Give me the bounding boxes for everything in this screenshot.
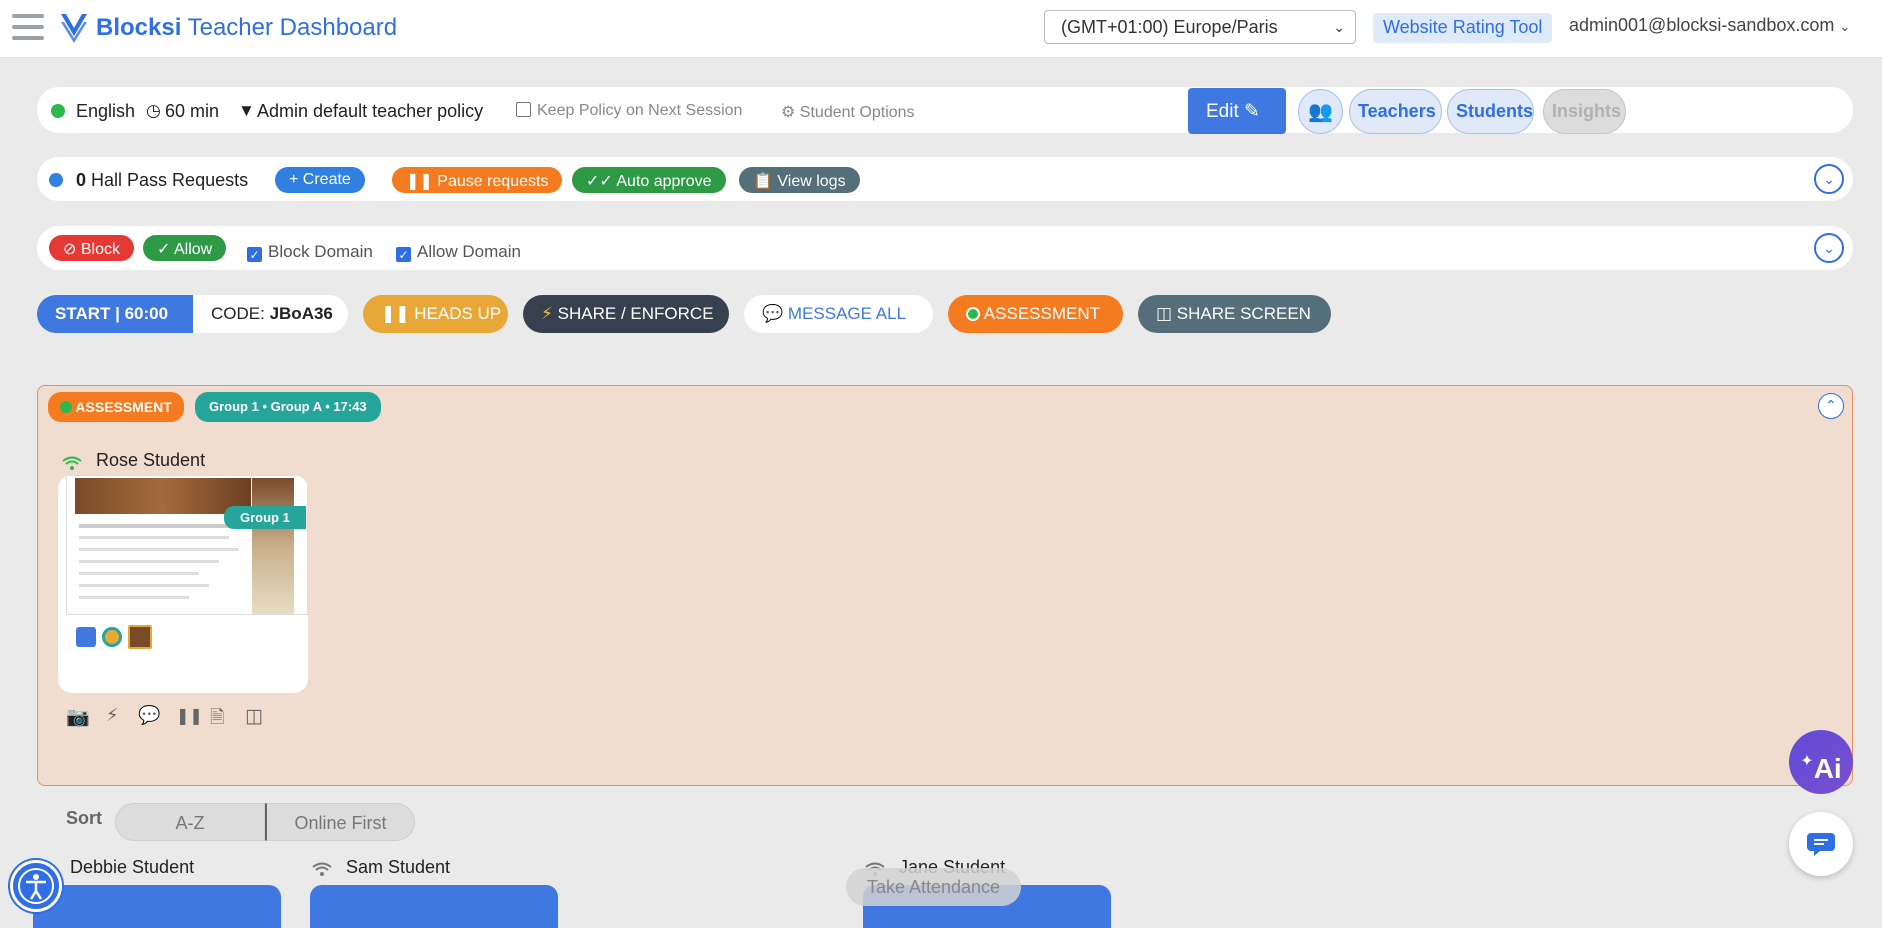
- menu-icon[interactable]: [12, 14, 44, 40]
- sort-online-first[interactable]: Online First: [265, 803, 415, 841]
- share-enforce-button[interactable]: ⚡ SHARE / ENFORCE: [523, 295, 729, 333]
- tab-students[interactable]: Students: [1447, 89, 1534, 134]
- pause-requests-button[interactable]: ❚❚ Pause requests: [392, 167, 563, 193]
- groups-icon[interactable]: 👥: [1298, 89, 1343, 134]
- lightning-icon: ⚡: [541, 304, 553, 323]
- session-code: CODE: JBoA36: [193, 295, 348, 333]
- allow-domain-checkbox[interactable]: ✓ Allow Domain: [396, 242, 521, 262]
- collapse-group-icon[interactable]: ⌃: [1818, 393, 1844, 419]
- message-icon: [1807, 833, 1835, 856]
- block-icon: ⊘: [63, 241, 77, 258]
- timezone-select[interactable]: (GMT+01:00) Europe/Paris ⌄: [1044, 10, 1356, 44]
- allow-button[interactable]: ✓ Allow: [143, 235, 227, 261]
- keep-policy-checkbox[interactable]: Keep Policy on Next Session: [516, 102, 742, 120]
- expand-hall-pass-icon[interactable]: ⌄: [1814, 164, 1844, 194]
- document-icon[interactable]: 🗎: [210, 705, 224, 735]
- tab-insights[interactable]: Insights: [1543, 89, 1626, 134]
- student-name: Debbie Student: [70, 857, 195, 877]
- student-card[interactable]: Group 1: [58, 475, 308, 693]
- double-check-icon: ✓✓: [586, 173, 613, 190]
- blocksi-logo: [61, 14, 87, 43]
- duration-label: 60 min: [165, 101, 220, 121]
- create-hall-pass-button[interactable]: + Create: [275, 167, 365, 193]
- top-bar: Blocksi Teacher Dashboard (GMT+01:00) Eu…: [0, 0, 1882, 58]
- sort-label: Sort: [66, 808, 102, 828]
- group-info-badge: Group 1 • Group A • 17:43: [195, 392, 381, 422]
- group-tag: Group 1: [224, 506, 306, 529]
- accessibility-figure-icon: [18, 868, 54, 904]
- share-screen-button[interactable]: ◫ SHARE SCREEN: [1138, 295, 1331, 333]
- history-tab-icon: [128, 625, 152, 649]
- clock-icon: ◷: [146, 101, 161, 120]
- account-menu[interactable]: admin001@blocksi-sandbox.com ⌄: [1569, 15, 1850, 36]
- policy-label: Admin default teacher policy: [257, 101, 484, 121]
- cast-icon[interactable]: ◫: [245, 705, 263, 728]
- chat-icon: 💬: [762, 304, 784, 323]
- chat-icon[interactable]: 💬: [138, 705, 160, 726]
- view-logs-button[interactable]: 📋 View logs: [739, 167, 860, 193]
- chevron-down-icon: ⌄: [1333, 19, 1345, 35]
- sparkle-icon: ✦: [1800, 753, 1814, 770]
- pause-icon[interactable]: ❚❚: [176, 706, 203, 726]
- student-name: Sam Student: [346, 857, 451, 877]
- student-screen-thumbnail: [66, 475, 308, 615]
- assessment-button[interactable]: ASSESSMENT: [948, 295, 1123, 333]
- gear-icon: ⚙: [781, 104, 796, 121]
- clipboard-icon: 📋: [753, 173, 773, 190]
- pause-icon: ❚❚: [406, 173, 433, 190]
- wifi-icon: [312, 862, 332, 881]
- website-rating-tool-button[interactable]: Website Rating Tool: [1373, 13, 1553, 43]
- heads-up-button[interactable]: ❚❚ HEADS UP: [363, 295, 508, 333]
- student-card[interactable]: [33, 885, 281, 928]
- assessment-badge: ASSESSMENT: [48, 392, 184, 422]
- assessment-dot: [60, 401, 72, 413]
- checkbox-checked-icon: ✓: [396, 247, 411, 262]
- wifi-icon: [62, 456, 82, 475]
- expand-domain-icon[interactable]: ⌄: [1814, 233, 1844, 263]
- edit-policy-button[interactable]: Edit ✎: [1188, 88, 1286, 134]
- site-tab-icon: [102, 627, 122, 647]
- auto-approve-button[interactable]: ✓✓ Auto approve: [572, 167, 726, 193]
- take-attendance-button[interactable]: Take Attendance: [846, 868, 1021, 906]
- plus-icon: +: [289, 171, 299, 188]
- block-button[interactable]: ⊘ Block: [49, 235, 134, 261]
- chevron-down-icon: ⌄: [1839, 19, 1851, 34]
- filter-icon: ▼: [238, 101, 255, 120]
- hall-pass-dot: [49, 173, 63, 187]
- camera-icon[interactable]: 📷: [66, 705, 90, 729]
- checkbox-checked-icon: ✓: [247, 247, 262, 262]
- assessment-group-panel: ASSESSMENT Group 1 • Group A • 17:43 ⌃ R…: [37, 385, 1853, 786]
- online-status-dot: [51, 104, 65, 118]
- pause-icon: ❚❚: [381, 304, 410, 323]
- accessibility-icon[interactable]: [10, 860, 62, 912]
- assessment-dot: [966, 307, 980, 321]
- hall-pass-bar: 0 Hall Pass Requests + Create ❚❚ Pause r…: [37, 157, 1853, 201]
- block-domain-checkbox[interactable]: ✓ Block Domain: [247, 242, 373, 262]
- hall-pass-count: 0 Hall Pass Requests: [76, 170, 249, 190]
- blocksi-tab-icon: [76, 627, 96, 647]
- cast-icon: ◫: [1156, 304, 1173, 323]
- student-name: Rose Student: [96, 450, 206, 470]
- ai-assistant-button[interactable]: ✦Ai: [1789, 730, 1853, 794]
- student-card[interactable]: [310, 885, 558, 928]
- lightning-icon[interactable]: ⚡: [106, 705, 119, 726]
- chat-support-button[interactable]: [1789, 812, 1853, 876]
- sort-a-z[interactable]: A-Z: [115, 803, 265, 841]
- start-session-button[interactable]: START | 60:00: [37, 295, 193, 333]
- language-label: English: [76, 101, 136, 121]
- student-options-button[interactable]: ⚙ Student Options: [781, 102, 915, 122]
- check-icon: ✓: [157, 241, 171, 258]
- tab-teachers[interactable]: Teachers: [1349, 89, 1442, 134]
- message-all-button[interactable]: 💬 MESSAGE ALL: [744, 295, 933, 333]
- pencil-icon: ✎: [1244, 101, 1260, 122]
- app-title: Blocksi Teacher Dashboard: [96, 14, 398, 41]
- checkbox-icon: [516, 102, 531, 117]
- domain-filter-bar: ⊘ Block ✓ Allow ✓ Block Domain ✓ Allow Dom…: [37, 226, 1853, 270]
